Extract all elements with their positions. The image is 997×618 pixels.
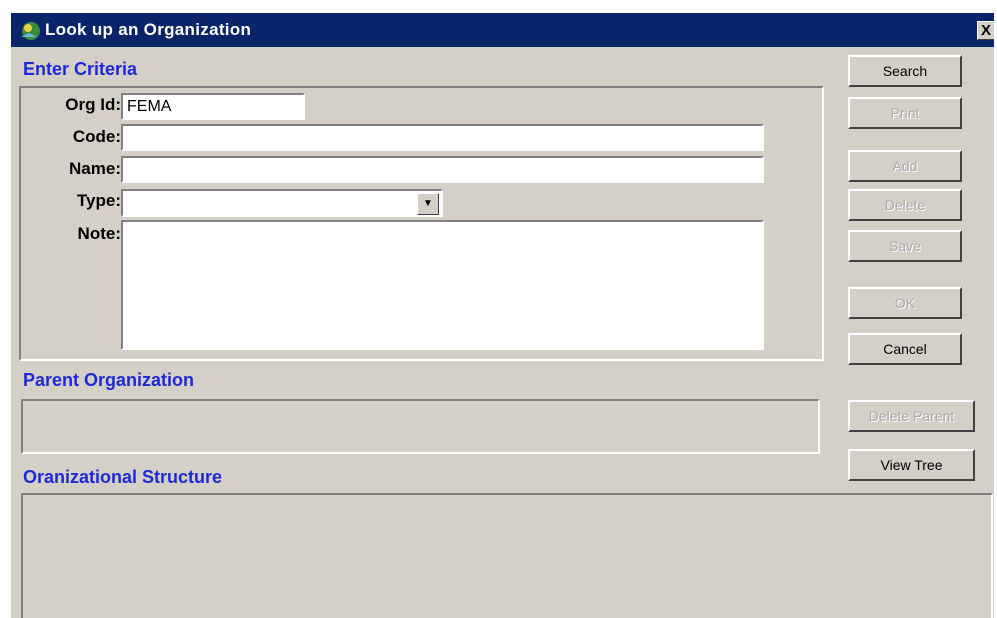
- title-bar[interactable]: Look up an Organization X: [11, 13, 994, 47]
- parent-organization-field[interactable]: [21, 399, 820, 454]
- ok-button[interactable]: OK: [848, 287, 962, 319]
- note-textarea[interactable]: [121, 220, 764, 350]
- close-button[interactable]: X: [977, 21, 994, 40]
- code-label: Code:: [72, 127, 121, 146]
- org-id-label: Org Id:: [65, 95, 121, 114]
- name-input[interactable]: [121, 156, 764, 183]
- enter-criteria-heading: Enter Criteria: [23, 59, 138, 79]
- window-title: Look up an Organization: [45, 20, 252, 39]
- cancel-button[interactable]: Cancel: [848, 333, 962, 365]
- save-button[interactable]: Save: [848, 230, 962, 262]
- parent-organization-heading: Parent Organization: [23, 370, 195, 390]
- dropdown-arrow-icon[interactable]: ▼: [417, 193, 439, 215]
- add-button[interactable]: Add: [848, 150, 962, 182]
- delete-parent-button[interactable]: Delete Parent: [848, 400, 975, 432]
- org-id-input[interactable]: [121, 93, 305, 120]
- print-button[interactable]: Print: [848, 97, 962, 129]
- delete-button[interactable]: Delete: [848, 189, 962, 221]
- organizational-structure-heading: Oranizational Structure: [23, 467, 223, 487]
- type-select[interactable]: ▼: [121, 189, 443, 217]
- name-label: Name:: [69, 159, 121, 178]
- lookup-organization-window: Look up an Organization X Enter Criteria…: [10, 12, 994, 618]
- type-label: Type:: [76, 191, 121, 210]
- organizational-structure-tree[interactable]: [21, 493, 993, 618]
- view-tree-button[interactable]: View Tree: [848, 449, 975, 481]
- search-button[interactable]: Search: [848, 55, 962, 87]
- note-label: Note:: [77, 224, 121, 243]
- code-input[interactable]: [121, 124, 764, 151]
- organization-app-icon: [21, 22, 40, 40]
